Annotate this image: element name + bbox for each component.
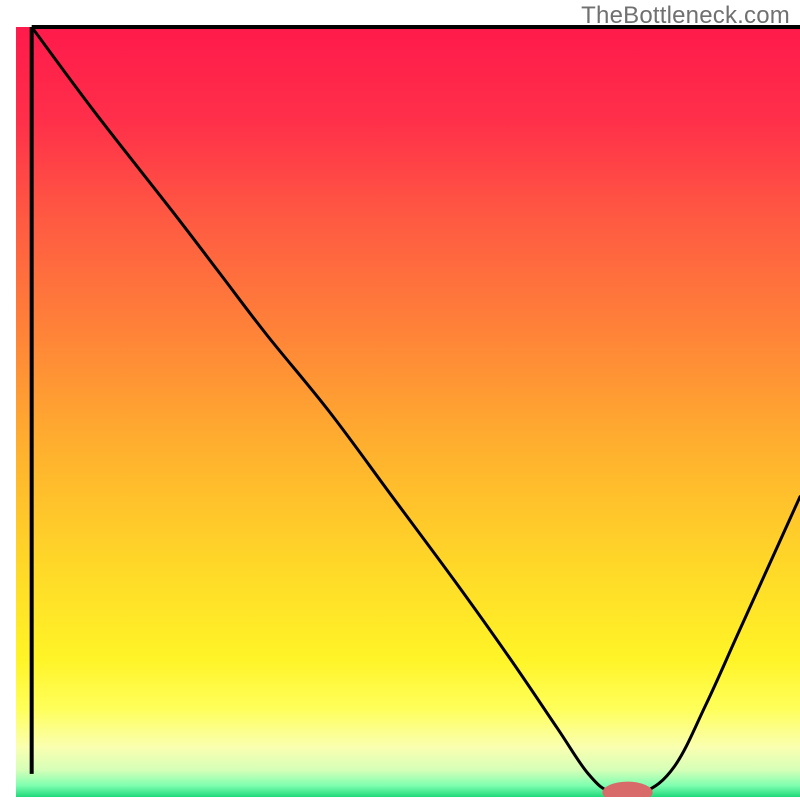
watermark-text: TheBottleneck.com (581, 2, 790, 30)
gradient-background (16, 27, 800, 797)
bottleneck-chart (0, 0, 800, 800)
